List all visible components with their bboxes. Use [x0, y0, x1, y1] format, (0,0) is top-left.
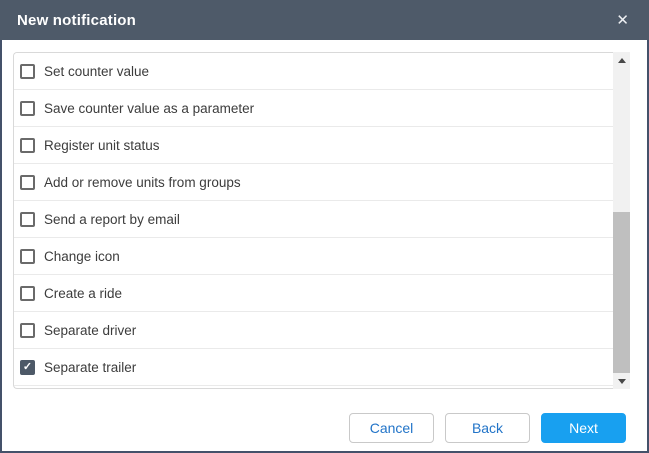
list-item-label: Save counter value as a parameter: [44, 101, 254, 116]
list-item-label: Change icon: [44, 249, 120, 264]
list-item-label: Separate trailer: [44, 360, 136, 375]
dialog-title: New notification: [17, 12, 136, 29]
action-list-area: ✓ Set counter value ✓ Save counter value…: [13, 52, 630, 389]
dialog-footer: Cancel Back Next: [2, 413, 626, 443]
checkbox[interactable]: ✓: [20, 249, 35, 264]
list-item[interactable]: ✓ Save counter value as a parameter: [14, 90, 613, 127]
list-item[interactable]: ✓ Change icon: [14, 238, 613, 275]
list-item-label: Send a report by email: [44, 212, 180, 227]
scroll-down-button[interactable]: [613, 373, 630, 389]
list-item[interactable]: ✓ Send a report by email: [14, 201, 613, 238]
list-item[interactable]: ✓ Register unit status: [14, 127, 613, 164]
scrollbar[interactable]: [613, 52, 630, 389]
checkbox[interactable]: ✓: [20, 323, 35, 338]
dialog-titlebar: New notification ✕: [0, 0, 649, 40]
next-button[interactable]: Next: [541, 413, 626, 443]
list-item-label: Separate driver: [44, 323, 136, 338]
arrow-down-icon: [618, 379, 626, 384]
list-item-label: Register unit status: [44, 138, 160, 153]
check-icon: ✓: [23, 362, 32, 373]
list-item[interactable]: ✓ Add or remove units from groups: [14, 164, 613, 201]
list-item-label: Add or remove units from groups: [44, 175, 241, 190]
list-item[interactable]: ✓ Separate driver: [14, 312, 613, 349]
list-item[interactable]: ✓ Set counter value: [14, 53, 613, 90]
checkbox[interactable]: ✓: [20, 212, 35, 227]
list-item-label: Create a ride: [44, 286, 122, 301]
checkbox[interactable]: ✓: [20, 286, 35, 301]
cancel-button[interactable]: Cancel: [349, 413, 434, 443]
checkbox[interactable]: ✓: [20, 101, 35, 116]
scroll-up-button[interactable]: [613, 52, 630, 68]
arrow-up-icon: [618, 58, 626, 63]
back-button[interactable]: Back: [445, 413, 530, 443]
checkbox[interactable]: ✓: [20, 64, 35, 79]
new-notification-dialog: New notification ✕ ✓ Set counter value ✓…: [0, 0, 649, 453]
list-item[interactable]: ✓ Separate trailer: [14, 349, 613, 386]
checkbox[interactable]: ✓: [20, 175, 35, 190]
list-item[interactable]: ✓ Create a ride: [14, 275, 613, 312]
close-icon[interactable]: ✕: [614, 11, 631, 30]
dialog-body: ✓ Set counter value ✓ Save counter value…: [2, 40, 647, 451]
notification-action-list: ✓ Set counter value ✓ Save counter value…: [13, 52, 613, 389]
list-item-label: Set counter value: [44, 64, 149, 79]
checkbox[interactable]: ✓: [20, 138, 35, 153]
scrollbar-thumb[interactable]: [613, 212, 630, 373]
checkbox[interactable]: ✓: [20, 360, 35, 375]
